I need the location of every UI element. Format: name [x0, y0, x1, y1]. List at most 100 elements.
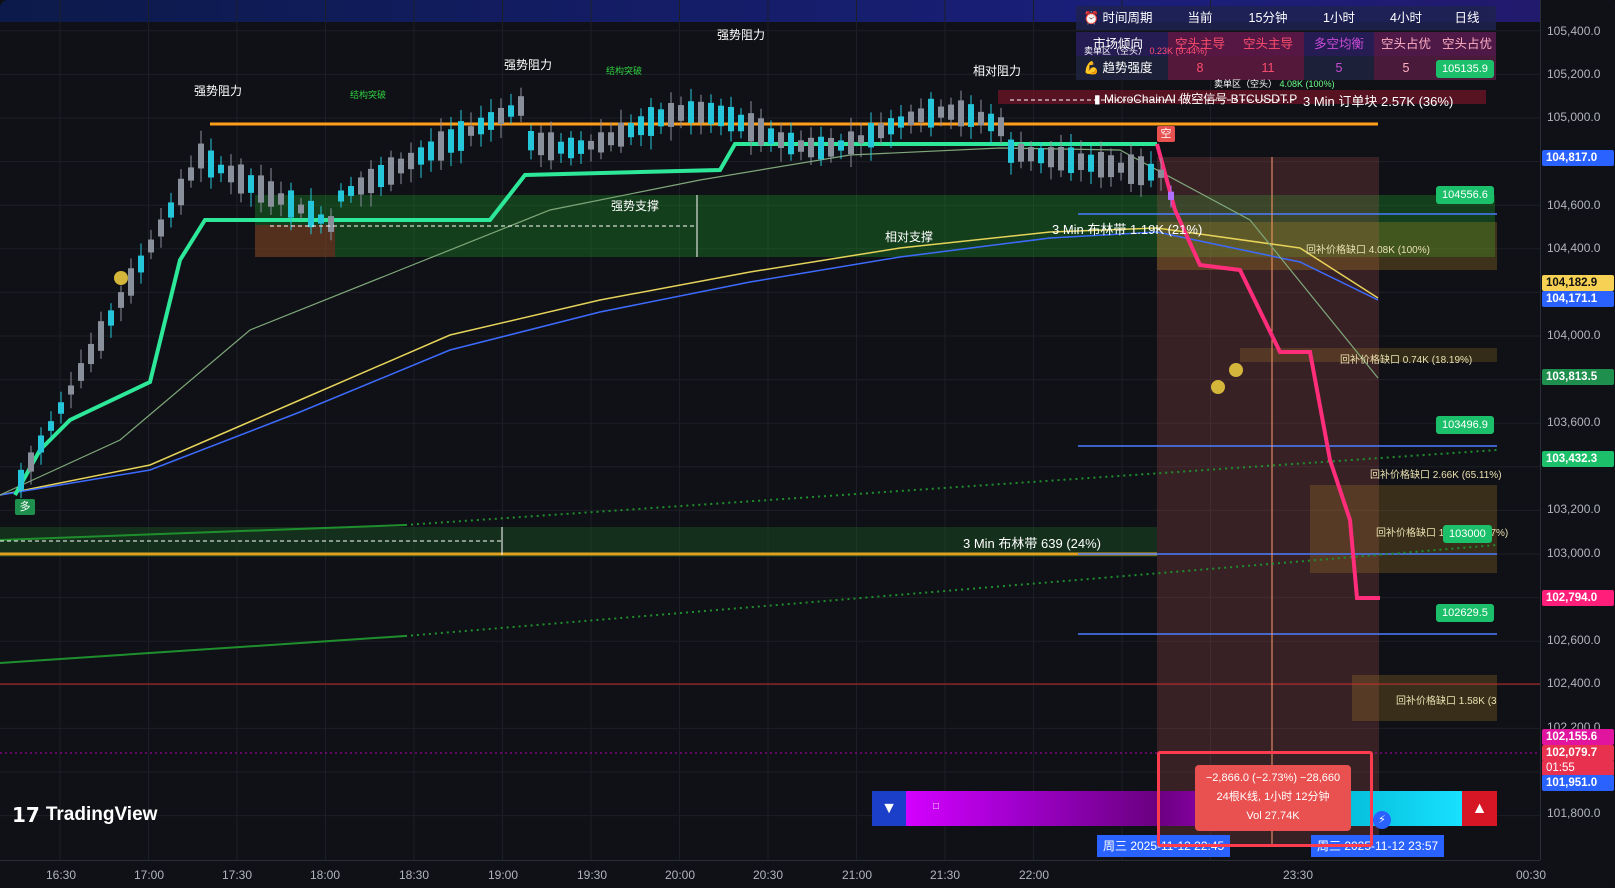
candle-body	[728, 106, 734, 132]
candle-body	[268, 181, 274, 207]
price-tick: 103,600.0	[1547, 415, 1601, 429]
candle-body	[788, 132, 794, 155]
candle-body	[938, 106, 944, 118]
candle-body	[1018, 143, 1024, 162]
time-tick: 18:30	[399, 868, 430, 882]
candle-body	[328, 216, 334, 232]
candle-body	[18, 469, 24, 491]
candle-body	[1118, 162, 1124, 173]
candle-body	[188, 167, 194, 181]
price-label-5: 103,432.3	[1542, 451, 1614, 467]
candle-body	[708, 102, 714, 125]
candle-body	[908, 111, 914, 125]
label-strong-resistance-3: 强势阻力	[717, 28, 766, 42]
sell-zone-1: 卖单区（空头） 0.23K (9.44%)	[1084, 46, 1208, 56]
short-signal-marker: 空	[1157, 126, 1175, 142]
candle-body	[38, 435, 44, 453]
candle-body	[78, 363, 84, 381]
candle-body	[858, 135, 864, 144]
candle-body	[638, 116, 644, 136]
candle-body	[538, 132, 544, 156]
measure-tooltip: −2,866.0 (−2.73%) −28,660 24根K线, 1小时 12分…	[1195, 765, 1351, 831]
tag-price-2: 103496.9	[1436, 416, 1494, 434]
candle-body	[558, 141, 564, 154]
lightning-icon[interactable]: ⚡	[1373, 811, 1391, 829]
time-tick: 18:00	[310, 868, 341, 882]
candle-body	[468, 126, 474, 136]
candle-body	[1128, 154, 1134, 184]
candle-body	[548, 132, 554, 161]
label-strong-resistance-2: 强势阻力	[504, 58, 553, 72]
time-axis[interactable]: 16:30 17:00 17:30 18:00 18:30 19:00 19:3…	[0, 860, 1546, 888]
measure-line-1: −2,866.0 (−2.73%) −28,660	[1205, 772, 1341, 784]
market-val-1: 空头主导	[1232, 32, 1304, 56]
square-icon: □	[933, 801, 940, 812]
candle-body	[1158, 169, 1164, 178]
candle-body	[348, 186, 354, 196]
label-gap-5: 回补价格缺口 1.58K (3	[1396, 696, 1497, 707]
candle-body	[48, 421, 54, 431]
candle-body	[848, 131, 854, 155]
tv-logo-icon: 𝟭𝟳	[12, 804, 40, 827]
candle-body	[238, 164, 244, 194]
price-tick: 105,400.0	[1547, 24, 1601, 38]
candle-body	[458, 121, 464, 151]
candle-body	[478, 117, 484, 135]
time-tick: 19:30	[577, 868, 608, 882]
candle-body	[898, 116, 904, 128]
candle-body	[808, 137, 814, 158]
candle-body	[1008, 139, 1014, 163]
price-chart[interactable]	[0, 0, 1540, 860]
tag-price-0: 105135.9	[1436, 60, 1494, 78]
market-val-2: 多空均衡	[1313, 37, 1364, 51]
label-gap-2: 回补价格缺口 0.74K (18.19%)	[1340, 355, 1473, 366]
candle-body	[438, 131, 444, 161]
candle-body	[258, 175, 264, 203]
candle-body	[588, 140, 594, 150]
candle-body	[368, 168, 374, 194]
candle-body	[968, 104, 974, 127]
candle-body	[178, 178, 184, 206]
candle-body	[828, 137, 834, 157]
price-label-4: 103,813.5	[1542, 369, 1614, 385]
countdown-label: 01:55	[1542, 760, 1614, 776]
up-arrow-icon[interactable]: ▲	[1462, 791, 1497, 826]
long-signal-marker: 多	[15, 499, 35, 515]
candle-body	[738, 114, 744, 132]
price-tick: 105,000.0	[1547, 110, 1601, 124]
candle-body	[888, 118, 894, 135]
time-tick: 21:30	[930, 868, 961, 882]
candle-body	[498, 107, 504, 125]
candle-body	[798, 140, 804, 152]
candle-body	[1078, 153, 1084, 170]
signal-dot	[114, 271, 128, 285]
candle-body	[998, 117, 1004, 137]
panel-header-0: 时间周期	[1102, 11, 1153, 25]
candle-body	[1068, 147, 1074, 173]
candle-body	[608, 132, 614, 146]
time-tick: 00:30	[1516, 868, 1547, 882]
sell-zone-2: 卖单区（空头） 4.08K (100%)	[1214, 79, 1335, 89]
candle-body	[838, 140, 844, 151]
candle-body	[278, 193, 284, 205]
price-tick: 104,400.0	[1547, 241, 1601, 255]
down-arrow-icon[interactable]: ▼	[872, 791, 906, 826]
candle-body	[428, 141, 434, 161]
candle-body	[1148, 163, 1154, 181]
candle-body	[658, 109, 664, 127]
candle-body	[1168, 191, 1174, 200]
label-gap-3: 回补价格缺口 2.66K (65.11%)	[1370, 470, 1502, 481]
time-tick: 19:00	[488, 868, 519, 882]
candle-body	[988, 113, 994, 132]
candle-body	[1028, 147, 1034, 162]
candle-body	[718, 105, 724, 127]
candle-body	[1038, 148, 1044, 164]
label-strong-resistance-1: 强势阻力	[194, 84, 243, 98]
candle-body	[118, 292, 124, 308]
panel-header-1: 当前	[1187, 11, 1213, 25]
panel-header-3: 1小时	[1323, 11, 1355, 25]
label-relative-support: 相对支撑	[885, 230, 934, 244]
label-bb-bottom: 3 Min 布林带 639 (24%)	[963, 536, 1101, 551]
price-label-6: 102,794.0	[1542, 590, 1614, 606]
price-tick: 101,800.0	[1547, 806, 1601, 820]
